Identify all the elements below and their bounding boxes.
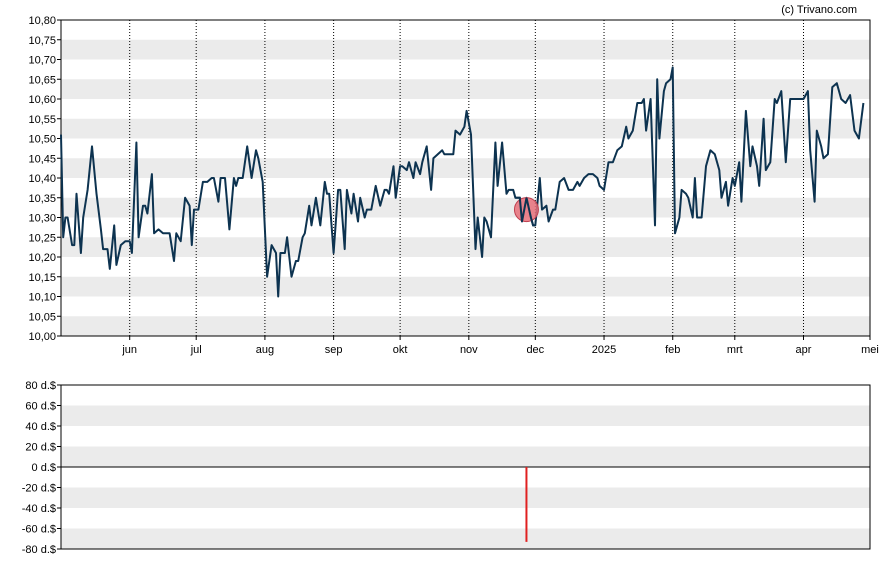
price-y-tick-label: 10,15 (28, 272, 56, 284)
price-grid-bands (61, 39, 870, 336)
price-x-tick-label: mei (861, 344, 879, 356)
price-grid-band (61, 197, 870, 218)
dividend-grid-bands (61, 405, 870, 549)
price-y-tick-label: 10,25 (28, 232, 56, 244)
price-x-tick-label: apr (796, 344, 812, 356)
price-y-tick-label: 10,60 (28, 94, 56, 106)
price-y-axis-ticks: 10,80 10,75 10,70 10,65 10,60 10,55 10,50 10,45… (28, 15, 61, 343)
dividend-grid-band (61, 487, 870, 508)
dividend-y-tick-label: 60 d.$ (25, 401, 56, 413)
dividend-y-tick-label: -40 d.$ (22, 503, 56, 515)
dividend-grid-band (61, 405, 870, 426)
price-y-tick-label: 10,75 (28, 35, 56, 47)
price-y-tick-label: 10,45 (28, 153, 56, 165)
dividend-y-tick-label: 80 d.$ (25, 380, 56, 392)
price-y-tick-label: 10,65 (28, 74, 56, 86)
dividend-y-tick-label: -60 d.$ (22, 524, 56, 536)
price-y-tick-label: 10,55 (28, 114, 56, 126)
price-y-tick-label: 10,10 (28, 292, 56, 304)
price-grid-band (61, 276, 870, 297)
price-x-tick-label: sep (325, 344, 343, 356)
price-x-tick-label: nov (460, 344, 478, 356)
price-x-tick-label: aug (256, 344, 274, 356)
price-y-tick-label: 10,20 (28, 252, 56, 264)
price-grid-band (61, 39, 870, 60)
price-y-tick-label: 10,50 (28, 134, 56, 146)
dividend-y-tick-label: -20 d.$ (22, 483, 56, 495)
price-y-tick-label: 10,80 (28, 15, 56, 27)
dividend-grid-band (61, 446, 870, 467)
dividend-y-tick-label: -80 d.$ (22, 544, 56, 556)
dividend-y-axis-ticks: 80 d.$ 60 d.$ 40 d.$ 20 d.$ 0 d.$ -20 d.$ -40 … (22, 380, 61, 556)
copyright-label: (c) Trivano.com (781, 4, 857, 16)
price-series-line (60, 66, 865, 298)
price-x-tick-label: okt (393, 344, 408, 356)
price-x-tick-label: jun (121, 344, 137, 356)
price-y-tick-label: 10,00 (28, 331, 56, 343)
price-grid-band (61, 79, 870, 99)
price-y-tick-label: 10,05 (28, 311, 56, 323)
price-y-tick-label: 10,40 (28, 173, 56, 185)
dividend-grid-band (61, 528, 870, 549)
price-y-tick-label: 10,35 (28, 193, 56, 205)
price-x-tick-label: mrt (727, 344, 743, 356)
price-x-axis-ticks: jun jul aug sep okt nov dec 2025 feb mrt apr mei (121, 336, 879, 356)
dividend-y-tick-label: 40 d.$ (25, 421, 56, 433)
price-x-tick-label: 2025 (592, 344, 616, 356)
dividend-chart-panel: 80 d.$ 60 d.$ 40 d.$ 20 d.$ 0 d.$ -20 d.$ -40 … (22, 380, 871, 556)
price-x-tick-label: jul (190, 344, 202, 356)
price-y-tick-label: 10,30 (28, 213, 56, 225)
price-grid-band (61, 158, 870, 178)
price-x-tick-label: dec (526, 344, 544, 356)
price-chart-panel: 10,80 10,75 10,70 10,65 10,60 10,55 10,50 10,45… (28, 15, 878, 356)
dividend-y-tick-label: 0 d.$ (32, 462, 56, 474)
price-grid-band (61, 316, 870, 336)
dividend-y-tick-label: 20 d.$ (25, 442, 56, 454)
price-x-tick-label: feb (665, 344, 680, 356)
chart-canvas: (c) Trivano.com 10,80 10,75 10,70 10,65 10,6… (22, 4, 879, 556)
price-grid-band (61, 237, 870, 257)
price-y-tick-label: 10,70 (28, 55, 56, 67)
